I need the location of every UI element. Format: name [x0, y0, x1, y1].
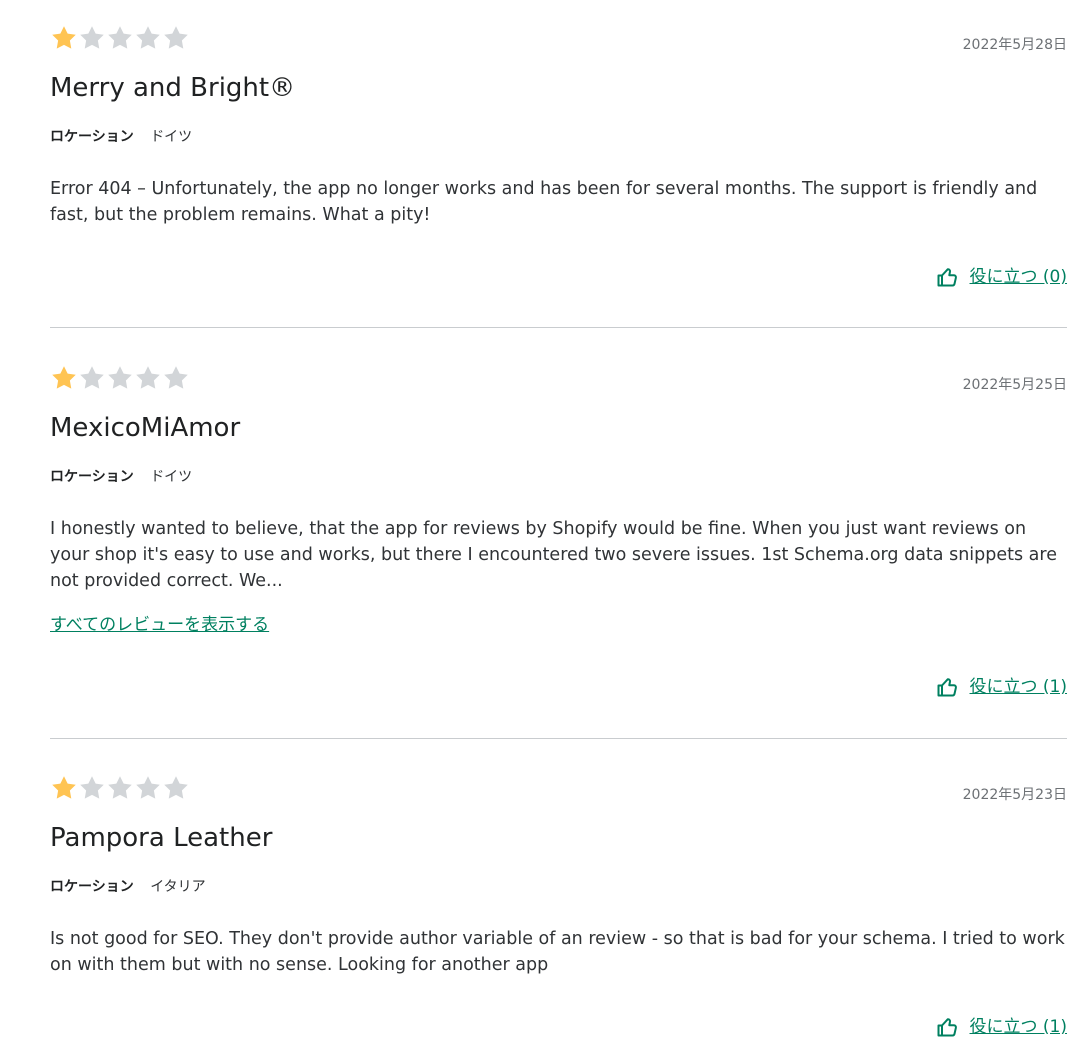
reviewer-location: ロケーション イタリア [50, 878, 206, 896]
star-icon [80, 366, 104, 389]
star-icon [108, 26, 132, 49]
star-icon [108, 366, 132, 389]
helpful-button[interactable]: 役に立つ (1) [936, 676, 1067, 698]
show-all-reviews-link[interactable]: すべてのレビューを表示する [50, 613, 269, 637]
helpful-label: 役に立つ (0) [969, 267, 1067, 287]
star-icon [52, 776, 76, 799]
star-icon [136, 366, 160, 389]
reviewer-location: ロケーション ドイツ [50, 468, 192, 486]
location-value: ドイツ [150, 129, 193, 145]
helpful-button[interactable]: 役に立つ (1) [936, 1016, 1067, 1038]
reviewer-name: Pampora Leather [50, 823, 273, 853]
review-body: Error 404 – Unfortunately, the app no lo… [50, 179, 1038, 225]
star-icon [80, 776, 104, 799]
star-icon [136, 26, 160, 49]
star-icon [108, 776, 132, 799]
review-divider [50, 327, 1067, 328]
review-date: 2022年5月25日 [962, 377, 1067, 393]
location-value: イタリア [150, 879, 206, 895]
star-icon [52, 26, 76, 49]
location-value: ドイツ [150, 469, 193, 485]
star-rating [50, 364, 190, 392]
location-label: ロケーション [50, 879, 134, 895]
thumbs-up-icon [937, 678, 957, 697]
reviews-list: 2022年5月28日 Merry and Bright® ロケーション ドイツ … [0, 0, 1088, 1057]
star-icon [164, 776, 188, 799]
reviewer-name: MexicoMiAmor [50, 413, 241, 443]
helpful-label: 役に立つ (1) [969, 677, 1067, 697]
star-rating [50, 24, 190, 52]
review-body: I honestly wanted to believe, that the a… [50, 519, 1057, 591]
star-icon [52, 366, 76, 389]
reviewer-location: ロケーション ドイツ [50, 128, 192, 146]
review-body: Is not good for SEO. They don't provide … [50, 929, 1065, 975]
star-icon [164, 26, 188, 49]
star-icon [164, 366, 188, 389]
location-label: ロケーション [50, 469, 134, 485]
star-icon [136, 776, 160, 799]
review-date: 2022年5月28日 [962, 37, 1067, 53]
location-label: ロケーション [50, 129, 134, 145]
helpful-button[interactable]: 役に立つ (0) [936, 266, 1067, 288]
thumbs-up-icon [937, 1018, 957, 1037]
helpful-label: 役に立つ (1) [969, 1017, 1067, 1037]
star-rating [50, 774, 190, 802]
star-icon [80, 26, 104, 49]
reviewer-name: Merry and Bright® [50, 73, 296, 103]
thumbs-up-icon [937, 268, 957, 287]
review-date: 2022年5月23日 [962, 787, 1067, 803]
review-divider [50, 738, 1067, 739]
